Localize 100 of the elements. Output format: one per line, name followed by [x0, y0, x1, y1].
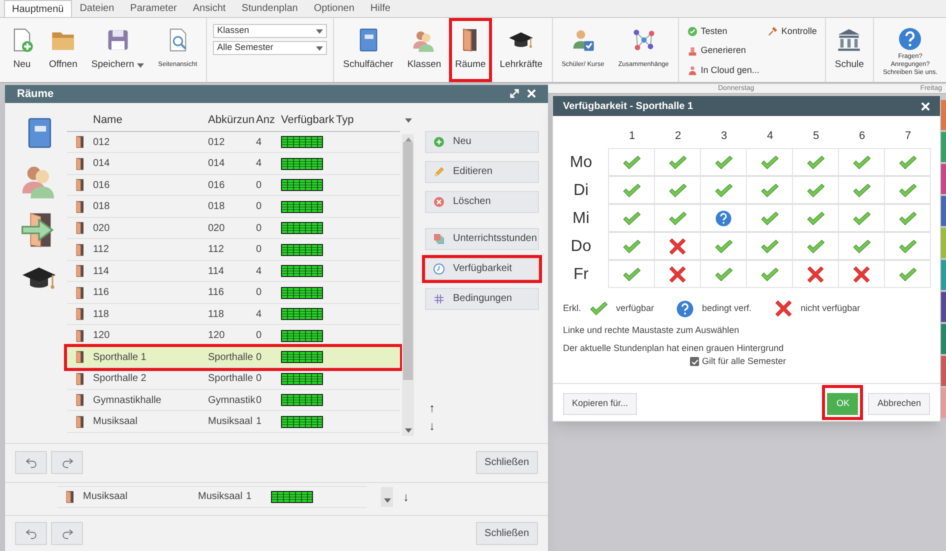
move-up-button[interactable]: ↑ [429, 400, 435, 416]
availability-cell[interactable] [700, 176, 747, 204]
availability-cell[interactable] [654, 260, 701, 288]
dropdown-field[interactable]: Alle Semester [213, 41, 328, 55]
availability-cell[interactable] [838, 232, 885, 260]
ribbon-button[interactable]: Klassen [401, 18, 448, 82]
action-button[interactable]: Neu [425, 130, 539, 153]
table-row[interactable]: 116 116 0 [67, 282, 400, 304]
table-row[interactable]: 016 016 0 [67, 174, 400, 196]
table-row[interactable]: 112 112 0 [67, 239, 400, 261]
menu-tab[interactable]: Hauptmenü [4, 0, 72, 17]
dialog-button[interactable]: Kopieren für... [563, 392, 638, 415]
table-row[interactable]: Musiksaal Musiksaal 1 [57, 486, 367, 508]
table-row[interactable]: 114 114 4 [67, 260, 400, 282]
column-header[interactable]: Abkürzun [208, 112, 256, 129]
move-down-button[interactable]: ↓ [403, 488, 409, 506]
column-header[interactable]: Name [93, 112, 208, 129]
availability-cell[interactable] [792, 176, 839, 204]
checkbox[interactable]: Gilt für alle Semester [690, 355, 940, 368]
availability-cell[interactable] [838, 260, 885, 288]
availability-cell[interactable] [608, 176, 655, 204]
table-row[interactable]: Gymnastikhalle Gymnastik0 [67, 390, 400, 412]
availability-cell[interactable] [654, 148, 701, 176]
action-button[interactable]: Verfügbarkeit [425, 258, 539, 280]
availability-cell[interactable] [746, 148, 793, 176]
availability-cell[interactable] [700, 260, 747, 288]
table-row[interactable]: 020 020 0 [67, 218, 400, 240]
availability-cell[interactable] [884, 260, 931, 288]
ribbon-button[interactable]: Neu [3, 18, 41, 82]
availability-cell[interactable] [792, 260, 839, 288]
availability-cell[interactable] [700, 232, 747, 260]
availability-cell[interactable] [746, 260, 793, 288]
availability-cell[interactable] [746, 204, 793, 232]
dropdown-button[interactable] [381, 486, 393, 507]
availability-cell[interactable] [838, 176, 885, 204]
availability-cell[interactable] [654, 176, 701, 204]
menu-tab[interactable]: Parameter [122, 0, 185, 17]
scrollbar-thumb[interactable] [403, 142, 413, 380]
ribbon-button[interactable]: Speichern [85, 18, 150, 82]
table-row[interactable]: Sporthalle 1 Sporthalle 0 [67, 346, 400, 368]
column-header[interactable]: Verfügbark [281, 112, 336, 129]
menu-tab[interactable]: Optionen [306, 0, 362, 17]
redo-button[interactable] [51, 522, 83, 546]
dropdown-field[interactable]: Klassen [213, 24, 328, 38]
availability-cell[interactable] [884, 176, 931, 204]
ribbon-list-button[interactable]: In Cloud gen... [686, 62, 760, 80]
table-row[interactable]: 018 018 0 [67, 196, 400, 218]
availability-cell[interactable] [608, 204, 655, 232]
availability-cell[interactable] [792, 148, 839, 176]
undo-button[interactable] [15, 451, 47, 474]
ribbon-list-button[interactable]: Kontrolle [767, 23, 817, 40]
ribbon-button[interactable]: Lehrkräfte [494, 18, 549, 82]
action-button[interactable]: Löschen [425, 190, 539, 213]
availability-cell[interactable] [700, 204, 747, 232]
menu-tab[interactable]: Stundenplan [234, 0, 306, 17]
ribbon-button[interactable]: Schulfächer [337, 18, 400, 82]
column-header[interactable]: Typ [336, 112, 400, 129]
availability-grid-icon [281, 200, 323, 213]
availability-cell[interactable] [792, 204, 839, 232]
table-row[interactable]: Musiksaal Musiksaal 1 [67, 411, 400, 433]
ribbon-list-button[interactable]: Generieren [686, 42, 760, 60]
availability-cell[interactable] [608, 148, 655, 176]
table-row[interactable]: 012 012 4 [67, 132, 400, 154]
scrollbar[interactable] [402, 134, 414, 436]
ribbon-list-button[interactable]: Testen [686, 23, 760, 40]
redo-button[interactable] [51, 451, 83, 474]
availability-cell[interactable] [884, 204, 931, 232]
ribbon-button[interactable]: Räume [449, 18, 492, 82]
availability-cell[interactable] [792, 232, 839, 260]
close-button[interactable]: Schließen [476, 522, 538, 546]
checkbox-box[interactable] [690, 357, 699, 366]
caret-icon [316, 28, 324, 34]
column-header[interactable]: Anz [256, 112, 281, 129]
availability-cell[interactable] [608, 260, 655, 288]
availability-cell[interactable] [838, 148, 885, 176]
availability-cell[interactable] [654, 204, 701, 232]
availability-cell[interactable] [884, 148, 931, 176]
undo-button[interactable] [15, 522, 47, 546]
action-button[interactable]: Unterrichtsstunden [425, 228, 539, 250]
menu-tab[interactable]: Dateien [72, 0, 122, 17]
availability-cell[interactable] [654, 232, 701, 260]
availability-cell[interactable] [838, 204, 885, 232]
table-row[interactable]: Sporthalle 2 Sporthalle 0 [67, 368, 400, 390]
availability-cell[interactable] [746, 176, 793, 204]
ribbon-button[interactable]: Offnen [43, 18, 84, 82]
close-icon [527, 89, 536, 98]
availability-cell[interactable] [700, 148, 747, 176]
action-button[interactable]: Bedingungen [425, 288, 539, 310]
availability-cell[interactable] [608, 232, 655, 260]
dialog-button[interactable]: Abbrechen [868, 392, 930, 415]
menu-tab[interactable]: Ansicht [184, 0, 234, 17]
ribbon-button[interactable]: Schule [828, 18, 870, 82]
table-row[interactable]: 014 014 4 [67, 153, 400, 175]
table-row[interactable]: 118 118 4 [67, 304, 400, 326]
close-button[interactable]: Schließen [476, 451, 538, 474]
action-button[interactable]: Editieren [425, 160, 539, 183]
availability-cell[interactable] [746, 232, 793, 260]
menu-tab[interactable]: Hilfe [362, 0, 398, 17]
availability-cell[interactable] [884, 232, 931, 260]
move-down-button[interactable]: ↓ [429, 418, 435, 434]
